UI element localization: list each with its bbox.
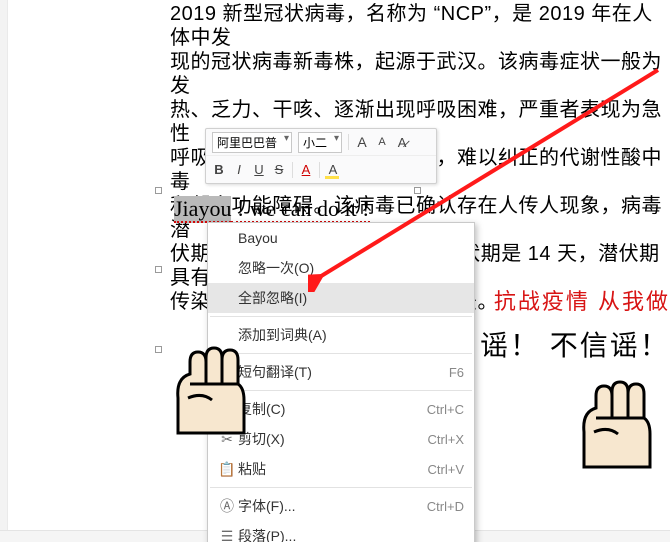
- separator: [292, 162, 293, 178]
- separator: [348, 134, 349, 150]
- menu-item-label: 粘贴: [238, 459, 428, 479]
- remaining-text[interactable]: ! we can do it !: [231, 196, 369, 223]
- fist-image-right[interactable]: [564, 372, 664, 472]
- menu-item-shortcut: F6: [449, 365, 464, 380]
- menu-item-label: 全部忽略(I): [238, 288, 464, 308]
- fist-image-left[interactable]: [158, 338, 258, 438]
- decrease-font-button[interactable]: A: [375, 136, 389, 148]
- separator: [319, 162, 320, 178]
- highlight-button[interactable]: A: [326, 162, 340, 177]
- menu-item-label: 复制(C): [238, 399, 427, 419]
- menu-item[interactable]: ☰段落(P)...: [208, 521, 474, 542]
- menu-item-icon: ☰: [216, 528, 238, 542]
- menu-item[interactable]: Bayou: [208, 223, 474, 253]
- slogan-line-1: 抗战疫情 从我做: [494, 284, 670, 316]
- menu-item-shortcut: Ctrl+C: [427, 402, 464, 417]
- font-family-select[interactable]: 阿里巴巴普: [212, 132, 292, 153]
- spellcheck-line[interactable]: Jiayou ! we can do it !: [174, 196, 370, 222]
- selected-misspelled-word[interactable]: Jiayou: [174, 196, 231, 223]
- menu-item-label: 添加到词典(A): [238, 325, 464, 345]
- strikethrough-button[interactable]: S: [272, 162, 286, 177]
- slogan-line-2: 谣！ 不信谣！: [480, 324, 670, 364]
- menu-item-icon: Ⓐ: [216, 496, 238, 516]
- menu-item-shortcut: Ctrl+X: [428, 432, 464, 447]
- clear-format-button[interactable]: A̷: [395, 135, 409, 150]
- font-color-button[interactable]: A: [299, 162, 313, 177]
- menu-item[interactable]: Ⓐ字体(F)...Ctrl+D: [208, 491, 474, 521]
- menu-item-label: 剪切(X): [238, 429, 428, 449]
- underline-button[interactable]: U: [252, 162, 266, 177]
- menu-item-icon: 📋: [216, 461, 238, 478]
- resize-handle-top-left[interactable]: [155, 187, 162, 194]
- menu-item[interactable]: 📋粘贴Ctrl+V: [208, 454, 474, 484]
- document-area[interactable]: 2019 新型冠状病毒，名称为 “NCP”，是 2019 年在人体中发 现的冠状…: [8, 0, 670, 530]
- resize-handle-top-middle[interactable]: [414, 187, 421, 194]
- menu-item-label: 段落(P)...: [238, 526, 464, 542]
- menu-item[interactable]: 忽略一次(O): [208, 253, 474, 283]
- menu-separator: [210, 316, 472, 317]
- font-size-select[interactable]: 小二: [298, 132, 342, 153]
- page-edge-left: [0, 0, 8, 542]
- increase-font-button[interactable]: A: [355, 134, 369, 150]
- menu-separator: [210, 487, 472, 488]
- mini-toolbar: 阿里巴巴普 小二 A A A̷ B I U S A A: [205, 128, 437, 184]
- menu-item-label: 忽略一次(O): [238, 258, 464, 278]
- bold-button[interactable]: B: [212, 162, 226, 177]
- menu-item-shortcut: Ctrl+V: [428, 462, 464, 477]
- resize-handle-middle-left[interactable]: [155, 266, 162, 273]
- menu-item-label: 短句翻译(T): [238, 362, 449, 382]
- menu-item[interactable]: 全部忽略(I): [208, 283, 474, 313]
- italic-button[interactable]: I: [232, 162, 246, 177]
- menu-item-shortcut: Ctrl+D: [427, 499, 464, 514]
- menu-item-label: 字体(F)...: [238, 496, 427, 516]
- menu-item-label: Bayou: [238, 230, 464, 246]
